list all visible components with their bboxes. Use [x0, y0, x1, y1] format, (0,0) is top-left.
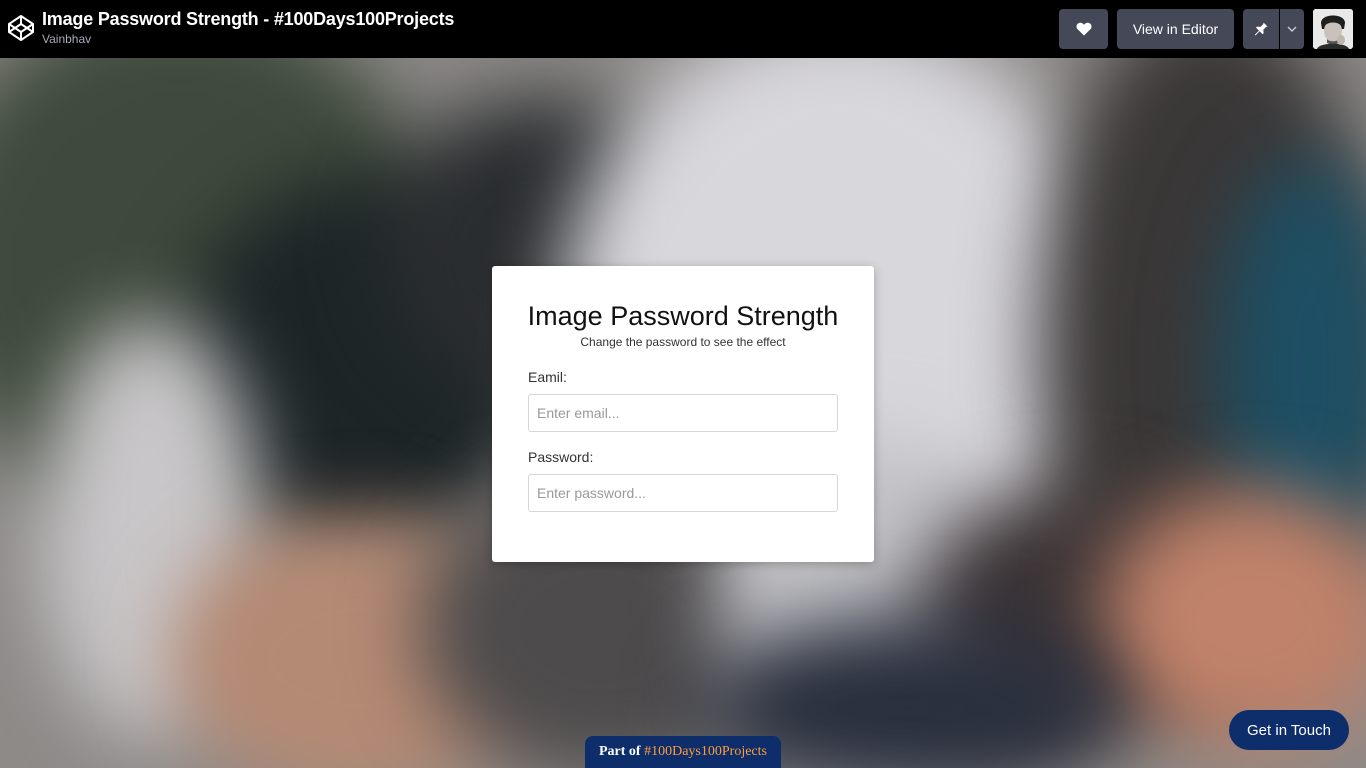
pin-dropdown-button[interactable]	[1280, 9, 1304, 49]
love-button[interactable]	[1059, 9, 1108, 49]
view-in-editor-button[interactable]: View in Editor	[1117, 9, 1234, 49]
password-label: Password:	[528, 449, 594, 465]
avatar-image	[1313, 9, 1353, 49]
badge-hashtag: #100Days100Projects	[644, 744, 767, 759]
top-bar: Image Password Strength - #100Days100Pro…	[0, 0, 1366, 58]
codepen-logo-icon[interactable]	[7, 14, 35, 42]
challenge-badge[interactable]: Part of #100Days100Projects	[585, 736, 781, 768]
pin-button[interactable]	[1243, 9, 1279, 49]
badge-prefix: Part of	[599, 744, 641, 759]
password-card: Image Password Strength Change the passw…	[492, 266, 874, 562]
chevron-down-icon	[1287, 26, 1297, 32]
email-label: Eamil:	[528, 369, 567, 385]
pin-icon	[1254, 21, 1268, 36]
card-subtitle: Change the password to see the effect	[580, 335, 786, 349]
pen-author-link[interactable]: Vainbhav	[42, 31, 454, 47]
password-input[interactable]	[528, 474, 838, 512]
email-input[interactable]	[528, 394, 838, 432]
card-title: Image Password Strength	[527, 301, 839, 331]
get-in-touch-button[interactable]: Get in Touch	[1229, 710, 1349, 750]
pen-title-block: Image Password Strength - #100Days100Pro…	[42, 8, 454, 47]
user-avatar[interactable]	[1313, 9, 1353, 49]
heart-icon	[1075, 22, 1092, 36]
pen-title: Image Password Strength - #100Days100Pro…	[42, 9, 455, 29]
